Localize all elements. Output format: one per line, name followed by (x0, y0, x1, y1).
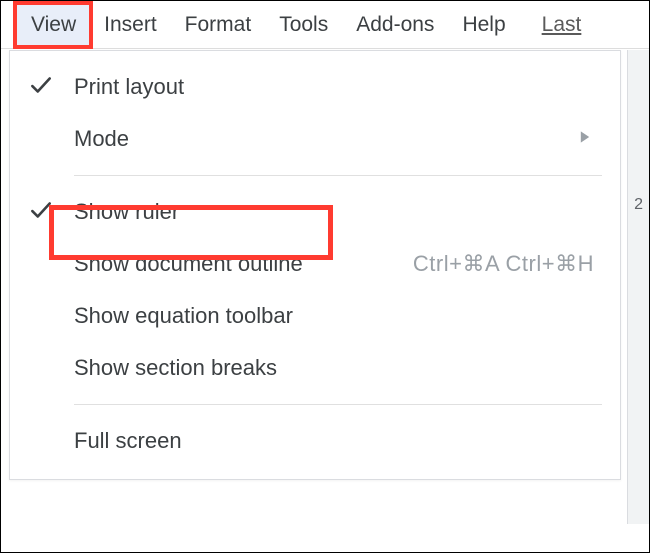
menu-view[interactable]: View (17, 3, 90, 47)
menu-addons[interactable]: Add-ons (342, 3, 448, 47)
menu-item-label: Mode (74, 126, 129, 152)
menu-format[interactable]: Format (171, 3, 266, 47)
ruler-indicator: 2 (634, 196, 643, 214)
menu-item-label: Print layout (74, 74, 184, 100)
menu-item-label: Show equation toolbar (74, 303, 293, 329)
menu-separator (74, 404, 602, 405)
menu-item-full-screen[interactable]: Full screen (10, 415, 620, 467)
menu-item-mode[interactable]: Mode (10, 113, 620, 165)
menu-separator (74, 175, 602, 176)
document-edge: 2 (627, 50, 649, 524)
menubar: View Insert Format Tools Add-ons Help La… (1, 1, 649, 49)
menu-item-show-ruler[interactable]: Show ruler (10, 186, 620, 238)
menu-item-show-equation-toolbar[interactable]: Show equation toolbar (10, 290, 620, 342)
menu-item-show-document-outline[interactable]: Show document outline Ctrl+⌘A Ctrl+⌘H (10, 238, 620, 290)
menu-item-label: Show document outline (74, 251, 303, 277)
chevron-right-icon (578, 130, 602, 149)
checkmark-icon (28, 197, 54, 228)
keyboard-shortcut: Ctrl+⌘A Ctrl+⌘H (413, 251, 602, 277)
menu-last-edit[interactable]: Last (528, 3, 596, 47)
view-dropdown: Print layout Mode Show ruler Show docume… (9, 50, 621, 480)
menu-item-label: Show ruler (74, 199, 179, 225)
menu-item-print-layout[interactable]: Print layout (10, 61, 620, 113)
menu-help[interactable]: Help (448, 3, 519, 47)
menu-insert[interactable]: Insert (90, 3, 171, 47)
menu-tools[interactable]: Tools (265, 3, 342, 47)
menu-item-label: Show section breaks (74, 355, 277, 381)
menu-item-label: Full screen (74, 428, 182, 454)
menu-item-show-section-breaks[interactable]: Show section breaks (10, 342, 620, 394)
checkmark-icon (28, 72, 54, 103)
